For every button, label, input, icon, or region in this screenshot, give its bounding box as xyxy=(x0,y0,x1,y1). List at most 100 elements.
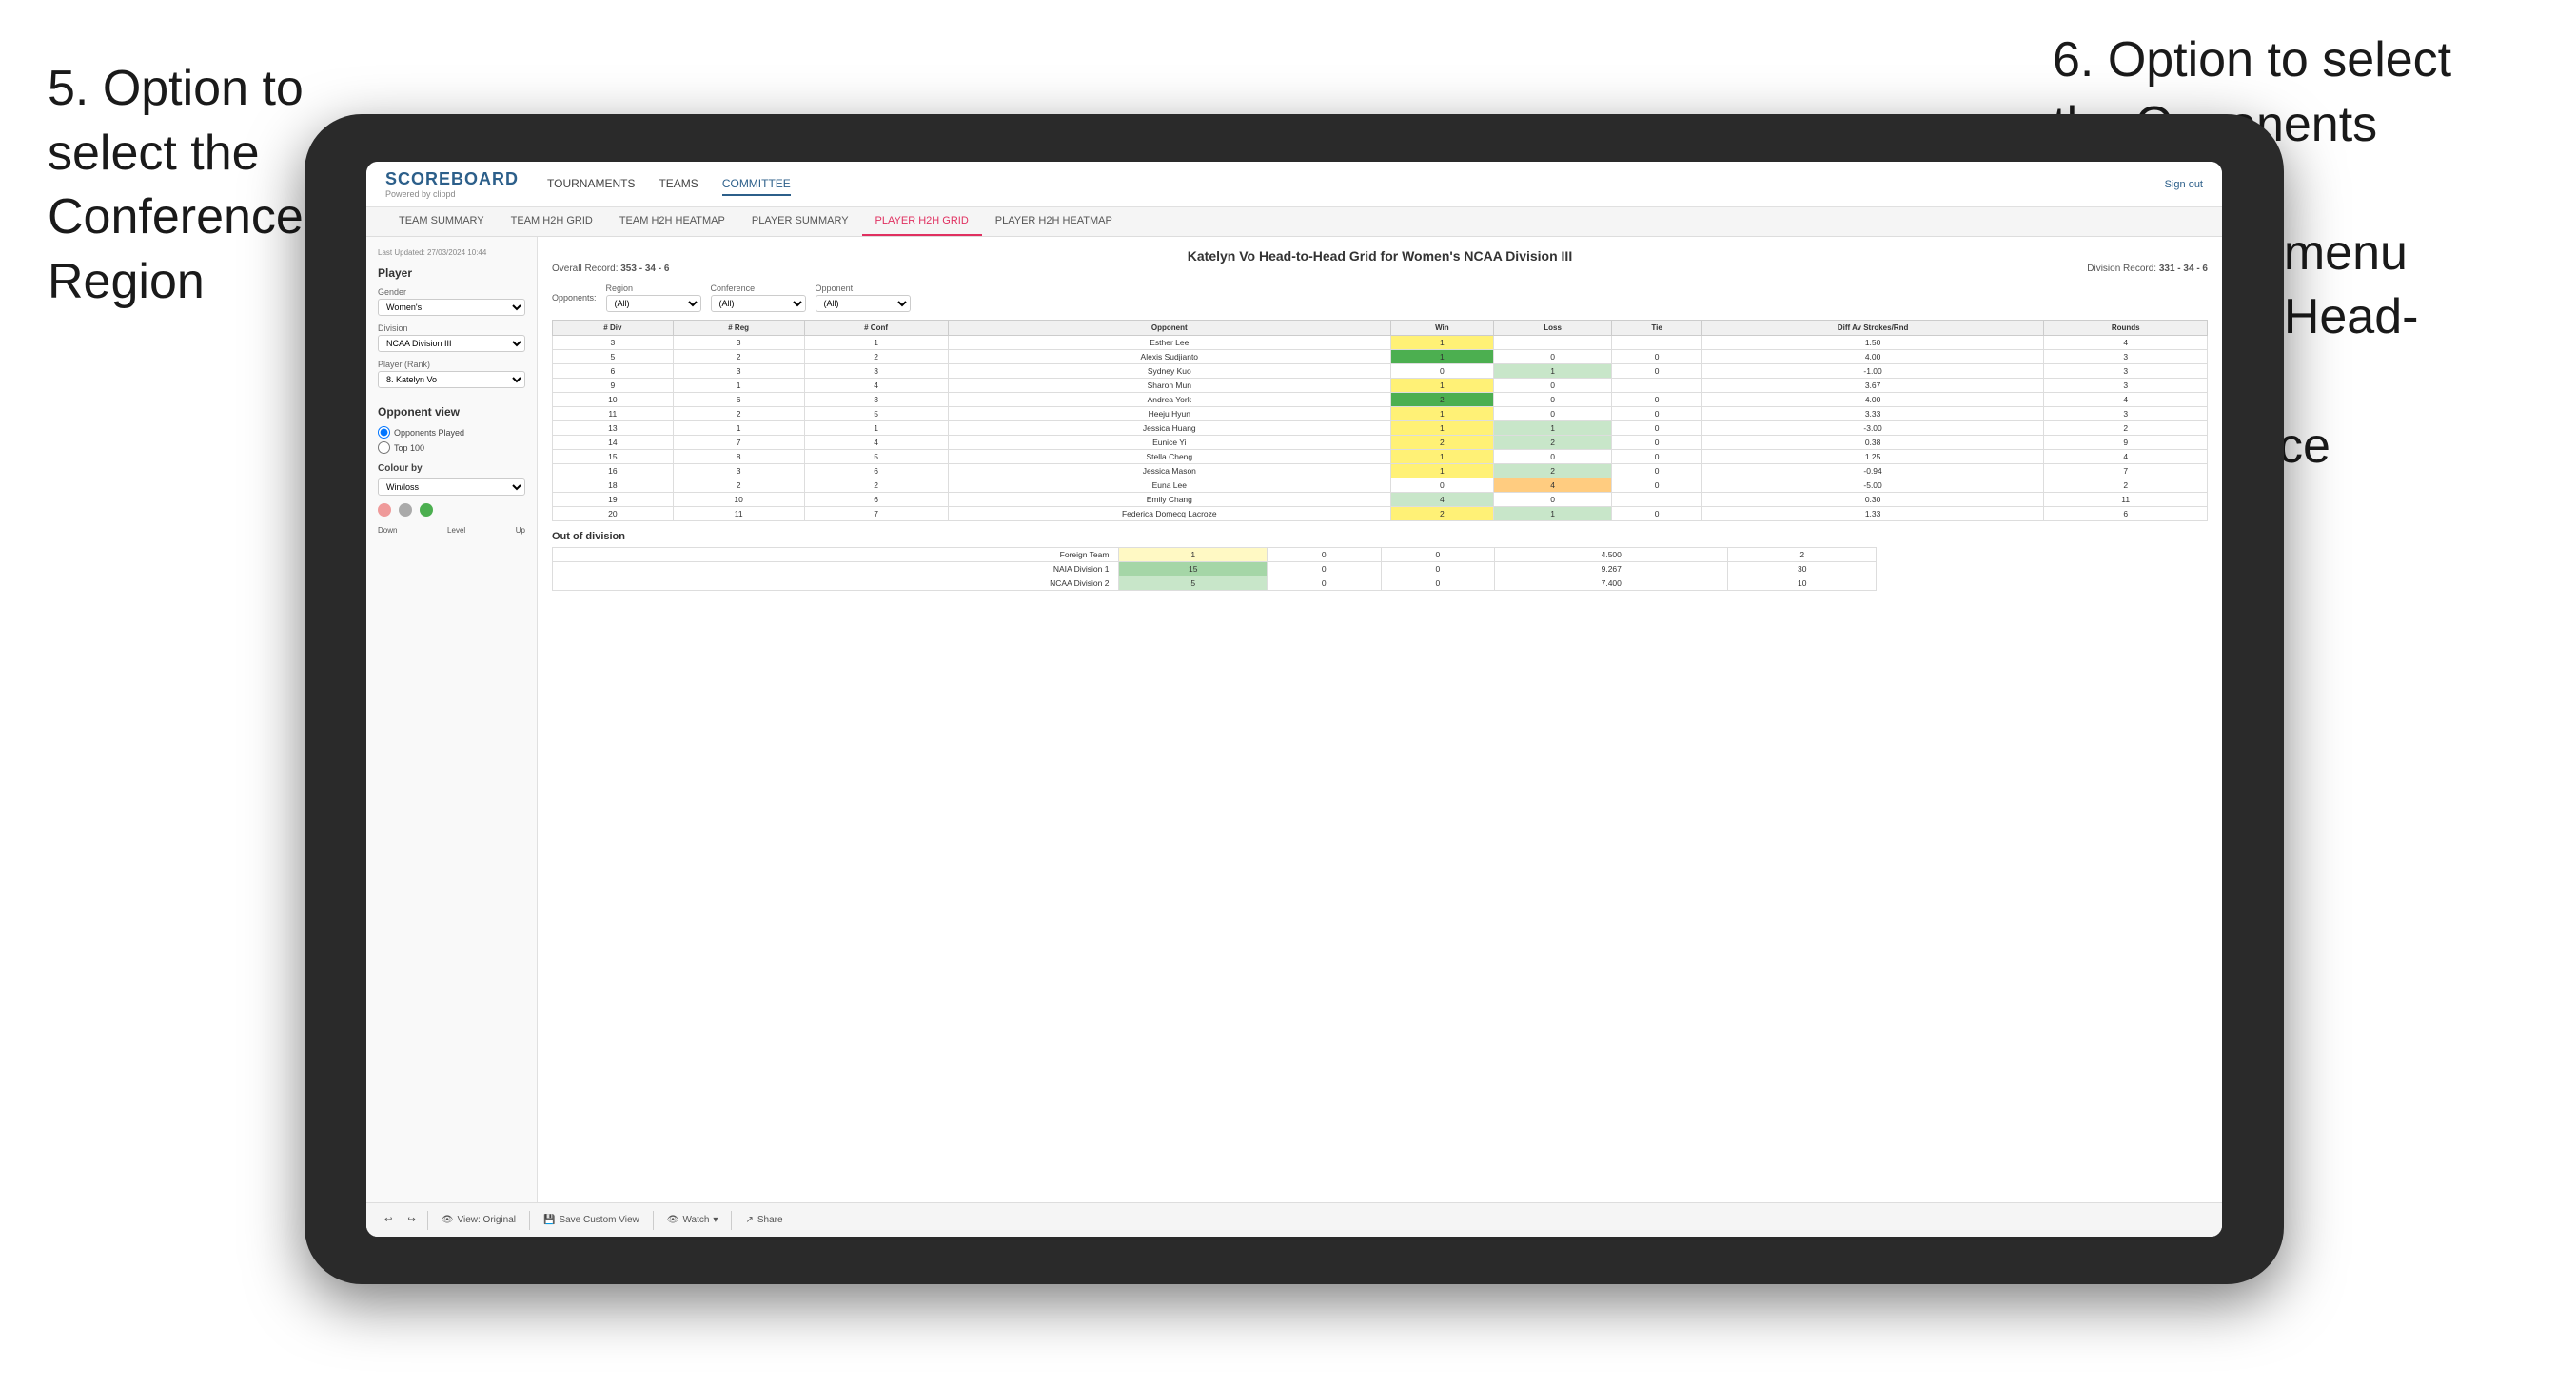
toolbar-separator-4 xyxy=(731,1211,732,1230)
share-btn[interactable]: ↗ Share xyxy=(739,1213,788,1227)
table-row: 522Alexis Sudjianto1004.003 xyxy=(553,350,2208,364)
sub-nav-team-summary[interactable]: TEAM SUMMARY xyxy=(385,207,498,236)
table-row: 1585Stella Cheng1001.254 xyxy=(553,450,2208,464)
app-header: SCOREBOARD Powered by clippd TOURNAMENTS… xyxy=(366,162,2222,207)
opponent-view-options: Opponents Played Top 100 xyxy=(378,426,525,454)
sign-out-link[interactable]: Sign out xyxy=(2165,179,2203,190)
col-diff: Diff Av Strokes/Rnd xyxy=(1701,321,2044,336)
col-conf: # Conf xyxy=(804,321,948,336)
sub-nav-player-summary[interactable]: PLAYER SUMMARY xyxy=(738,207,862,236)
grid-records: Overall Record: 353 - 34 - 6 Division Re… xyxy=(552,264,2208,274)
col-loss: Loss xyxy=(1493,321,1612,336)
table-row: 1822Euna Lee040-5.002 xyxy=(553,478,2208,493)
nav-teams[interactable]: TEAMS xyxy=(659,173,698,196)
grid-content: Katelyn Vo Head-to-Head Grid for Women's… xyxy=(538,237,2222,1237)
colour-by-label: Colour by xyxy=(378,463,525,474)
colour-legend xyxy=(378,503,525,517)
table-row: 1474Eunice Yi2200.389 xyxy=(553,436,2208,450)
sub-nav-team-h2h-grid[interactable]: TEAM H2H GRID xyxy=(498,207,606,236)
division-select[interactable]: NCAA Division III NCAA Division I NCAA D… xyxy=(378,335,525,352)
col-tie: Tie xyxy=(1612,321,1701,336)
opponents-label: Opponents: xyxy=(552,293,597,303)
colour-dot-level xyxy=(399,503,412,517)
gender-select[interactable]: Women's Men's xyxy=(378,299,525,316)
bottom-toolbar: ↩ ↪ 👁 View: Original 💾 Save Custom View … xyxy=(366,1202,2222,1237)
opponent-view-label: Opponent view xyxy=(378,405,525,419)
conference-select[interactable]: (All) xyxy=(711,295,806,312)
sub-nav-player-h2h-heatmap[interactable]: PLAYER H2H HEATMAP xyxy=(982,207,1126,236)
opponent-filter-group: Opponent (All) xyxy=(816,283,911,312)
table-row: 20117Federica Domecq Lacroze2101.336 xyxy=(553,507,2208,521)
table-row: 331Esther Lee11.504 xyxy=(553,336,2208,350)
region-select[interactable]: (All) xyxy=(606,295,701,312)
logo-text: SCOREBOARD xyxy=(385,169,519,189)
sub-nav-player-h2h-grid[interactable]: PLAYER H2H GRID xyxy=(862,207,982,236)
colour-legend-labels: Down Level Up xyxy=(378,526,525,535)
nav-committee[interactable]: COMMITTEE xyxy=(722,173,791,196)
save-custom-view-btn[interactable]: 💾 Save Custom View xyxy=(538,1213,645,1227)
main-content: Last Updated: 27/03/2024 10:44 Player Ge… xyxy=(366,237,2222,1237)
radio-opponents-played[interactable]: Opponents Played xyxy=(378,426,525,439)
grid-header: Katelyn Vo Head-to-Head Grid for Women's… xyxy=(552,248,2208,274)
table-row: 633Sydney Kuo010-1.003 xyxy=(553,364,2208,379)
h2h-table: # Div # Reg # Conf Opponent Win Loss Tie… xyxy=(552,320,2208,521)
out-of-division-row: NAIA Division 115009.26730 xyxy=(553,562,1877,576)
division-record-label: Division Record: xyxy=(2087,264,2156,274)
opponent-select[interactable]: (All) xyxy=(816,295,911,312)
gender-label: Gender xyxy=(378,287,525,297)
colour-dot-down xyxy=(378,503,391,517)
watch-btn[interactable]: 👁 Watch ▾ xyxy=(661,1213,724,1227)
player-rank-select[interactable]: 8. Katelyn Vo xyxy=(378,371,525,388)
logo-area: SCOREBOARD Powered by clippd xyxy=(385,169,519,199)
redo-btn[interactable]: ↪ xyxy=(403,1213,419,1227)
view-original-btn[interactable]: 👁 View: Original xyxy=(436,1213,521,1227)
radio-top-100[interactable]: Top 100 xyxy=(378,441,525,454)
table-row: 914Sharon Mun103.673 xyxy=(553,379,2208,393)
table-row: 1311Jessica Huang110-3.002 xyxy=(553,421,2208,436)
opponent-filter-label: Opponent xyxy=(816,283,911,293)
region-filter-group: Region (All) xyxy=(606,283,701,312)
header-right: Sign out xyxy=(2165,179,2203,190)
toolbar-separator-2 xyxy=(529,1211,530,1230)
table-row: 19106Emily Chang400.3011 xyxy=(553,493,2208,507)
col-rounds: Rounds xyxy=(2044,321,2208,336)
sub-nav: TEAM SUMMARY TEAM H2H GRID TEAM H2H HEAT… xyxy=(366,207,2222,237)
annotation-left-line2: select the xyxy=(48,126,260,181)
out-of-division-row: NCAA Division 25007.40010 xyxy=(553,576,1877,591)
logo-sub: Powered by clippd xyxy=(385,189,519,199)
filters-row: Opponents: Region (All) Conference (All) xyxy=(552,283,2208,312)
annotation-left-line4: Region xyxy=(48,254,205,309)
grid-title: Katelyn Vo Head-to-Head Grid for Women's… xyxy=(552,248,2208,264)
col-opponent: Opponent xyxy=(948,321,1391,336)
toolbar-separator-3 xyxy=(653,1211,654,1230)
conference-filter-group: Conference (All) xyxy=(711,283,806,312)
col-reg: # Reg xyxy=(673,321,804,336)
region-filter-label: Region xyxy=(606,283,701,293)
main-nav: TOURNAMENTS TEAMS COMMITTEE xyxy=(547,173,2136,196)
out-of-division-table: Foreign Team1004.5002NAIA Division 11500… xyxy=(552,547,1877,591)
sub-nav-team-h2h-heatmap[interactable]: TEAM H2H HEATMAP xyxy=(606,207,738,236)
sidebar: Last Updated: 27/03/2024 10:44 Player Ge… xyxy=(366,237,538,1237)
overall-record-label: Overall Record: xyxy=(552,264,618,274)
annotation-right-line1: 6. Option to select xyxy=(2053,32,2451,88)
table-row: 1125Heeju Hyun1003.333 xyxy=(553,407,2208,421)
undo-btn[interactable]: ↩ xyxy=(381,1213,396,1227)
table-row: 1063Andrea York2004.004 xyxy=(553,393,2208,407)
colour-dot-up xyxy=(420,503,433,517)
sidebar-timestamp: Last Updated: 27/03/2024 10:44 xyxy=(378,248,525,257)
annotation-left-line1: 5. Option to xyxy=(48,61,304,116)
toolbar-separator-1 xyxy=(427,1211,428,1230)
overall-record-value: 353 - 34 - 6 xyxy=(620,264,669,274)
division-label: Division xyxy=(378,323,525,333)
table-row: 1636Jessica Mason120-0.947 xyxy=(553,464,2208,478)
division-record-value: 331 - 34 - 6 xyxy=(2159,264,2208,274)
col-div: # Div xyxy=(553,321,674,336)
out-of-division-row: Foreign Team1004.5002 xyxy=(553,548,1877,562)
tablet-device: SCOREBOARD Powered by clippd TOURNAMENTS… xyxy=(305,114,2284,1284)
col-win: Win xyxy=(1391,321,1494,336)
nav-tournaments[interactable]: TOURNAMENTS xyxy=(547,173,635,196)
sidebar-player-title: Player xyxy=(378,266,525,280)
colour-by-select[interactable]: Win/loss xyxy=(378,478,525,496)
out-of-division-title: Out of division xyxy=(552,531,2208,542)
tablet-screen: SCOREBOARD Powered by clippd TOURNAMENTS… xyxy=(366,162,2222,1237)
